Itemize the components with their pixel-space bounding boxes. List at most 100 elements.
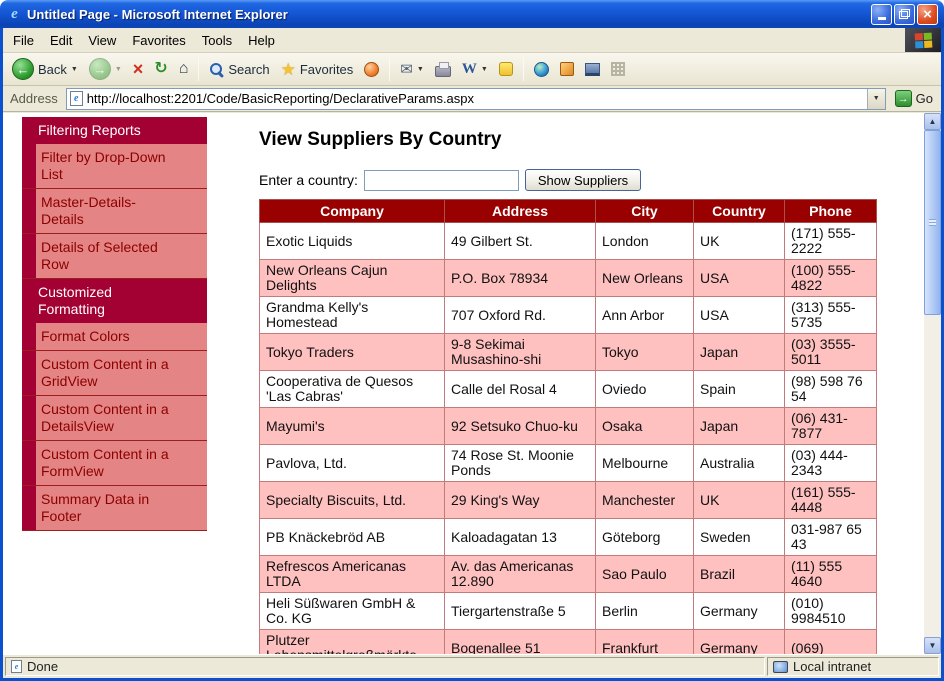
windows-flag-icon bbox=[914, 32, 932, 48]
edit-word-button[interactable]: W ▼ bbox=[457, 59, 493, 80]
grid-cell: (06) 431-7877 bbox=[785, 408, 877, 445]
menu-favorites[interactable]: Favorites bbox=[124, 30, 193, 51]
search-icon bbox=[209, 62, 224, 77]
back-icon: ← bbox=[12, 58, 34, 80]
go-arrow-icon: → bbox=[895, 90, 912, 107]
sidebar-item-label: Master-Details-Details bbox=[36, 189, 207, 233]
sidebar-item-filter-by-drop-down-list[interactable]: Filter by Drop-Down List bbox=[22, 144, 207, 189]
grid-cell: UK bbox=[694, 223, 785, 260]
country-label: Enter a country: bbox=[259, 172, 358, 188]
grid-row: Refrescos Americanas LTDAAv. das America… bbox=[260, 556, 877, 593]
media-button[interactable] bbox=[359, 60, 384, 79]
stop-icon: × bbox=[133, 60, 144, 78]
minimize-button[interactable] bbox=[871, 4, 892, 25]
grid-cell: P.O. Box 78934 bbox=[445, 260, 596, 297]
grid-col-address: Address bbox=[445, 200, 596, 223]
bank-button[interactable] bbox=[580, 61, 605, 78]
grid-cell: Berlin bbox=[596, 593, 694, 630]
grid-cell: Tokyo bbox=[596, 334, 694, 371]
intranet-zone-icon bbox=[773, 661, 788, 673]
grid-cell: (010) 9984510 bbox=[785, 593, 877, 630]
grid-cell: Japan bbox=[694, 408, 785, 445]
sidebar-item-custom-content-in-a-formview[interactable]: Custom Content in a FormView bbox=[22, 441, 207, 486]
sidebar-item-master-details-details[interactable]: Master-Details-Details bbox=[22, 189, 207, 234]
forward-button[interactable]: → ▼ bbox=[84, 56, 127, 82]
sidebar-item-label: Details of Selected Row bbox=[36, 234, 207, 278]
sidebar-item-custom-content-in-a-detailsview[interactable]: Custom Content in a DetailsView bbox=[22, 396, 207, 441]
grid-cell: 92 Setsuko Chuo-ku bbox=[445, 408, 596, 445]
refresh-button[interactable]: ↻ bbox=[149, 59, 172, 79]
suppliers-table: CompanyAddressCityCountryPhone Exotic Li… bbox=[259, 199, 877, 654]
grid-row: Mayumi's92 Setsuko Chuo-kuOsakaJapan(06)… bbox=[260, 408, 877, 445]
page-title: View Suppliers By Country bbox=[259, 129, 899, 151]
grid-cell: Japan bbox=[694, 334, 785, 371]
messenger-button[interactable] bbox=[494, 60, 518, 78]
grid-col-phone: Phone bbox=[785, 200, 877, 223]
sidebar-item-summary-data-in-footer[interactable]: Summary Data in Footer bbox=[22, 486, 207, 531]
scroll-up-button[interactable]: ▲ bbox=[924, 113, 941, 130]
menu-tools[interactable]: Tools bbox=[194, 30, 240, 51]
search-button[interactable]: Search bbox=[204, 60, 274, 79]
home-button[interactable]: ⌂ bbox=[174, 59, 194, 79]
menu-help[interactable]: Help bbox=[240, 30, 283, 51]
bank-icon bbox=[585, 63, 600, 76]
country-form: Enter a country: Show Suppliers bbox=[259, 169, 899, 191]
close-button[interactable]: × bbox=[917, 4, 938, 25]
printer-icon bbox=[435, 66, 451, 77]
country-input[interactable] bbox=[364, 170, 519, 191]
sidebar-item-label: Custom Content in a GridView bbox=[36, 351, 207, 395]
grid-button[interactable] bbox=[606, 60, 630, 78]
grid-cell: Frankfurt bbox=[596, 630, 694, 655]
grid-cell: 29 King's Way bbox=[445, 482, 596, 519]
grid-cell: (98) 598 76 54 bbox=[785, 371, 877, 408]
back-label: Back bbox=[38, 62, 67, 77]
menu-bar-items: FileEditViewFavoritesToolsHelp bbox=[3, 28, 283, 52]
menu-edit[interactable]: Edit bbox=[42, 30, 80, 51]
scrollbar-thumb[interactable] bbox=[924, 130, 941, 315]
menu-file[interactable]: File bbox=[5, 30, 42, 51]
sidebar-section-customized-formatting: Customized Formatting bbox=[22, 279, 207, 323]
vertical-scrollbar: ▲ ▼ bbox=[924, 113, 941, 654]
grid-row: Grandma Kelly's Homestead707 Oxford Rd.A… bbox=[260, 297, 877, 334]
address-input[interactable] bbox=[83, 91, 867, 106]
sidebar-strip bbox=[22, 189, 36, 233]
sidebar-item-details-of-selected-row[interactable]: Details of Selected Row bbox=[22, 234, 207, 279]
toolbar: ← Back ▼ → ▼ × ↻ ⌂ Search ★ Favorites bbox=[3, 53, 941, 86]
sidebar-strip bbox=[22, 234, 36, 278]
grid-cell: 707 Oxford Rd. bbox=[445, 297, 596, 334]
grid-cell: Tokyo Traders bbox=[260, 334, 445, 371]
grid-cell: Manchester bbox=[596, 482, 694, 519]
web-globe-button[interactable] bbox=[529, 60, 554, 79]
favorites-label: Favorites bbox=[300, 62, 353, 77]
sidebar-item-format-colors[interactable]: Format Colors bbox=[22, 323, 207, 351]
address-dropdown-button[interactable]: ▼ bbox=[867, 89, 885, 109]
mail-button[interactable]: ✉ ▼ bbox=[395, 60, 429, 79]
grid-cell: 74 Rose St. Moonie Ponds bbox=[445, 445, 596, 482]
restore-button[interactable] bbox=[894, 4, 915, 25]
grid-cell: (313) 555-5735 bbox=[785, 297, 877, 334]
grid-row: PB Knäckebröd ABKaloadagatan 13GöteborgS… bbox=[260, 519, 877, 556]
forward-icon: → bbox=[89, 58, 111, 80]
favorites-button[interactable]: ★ Favorites bbox=[276, 59, 359, 80]
word-icon: W bbox=[462, 61, 477, 78]
grid-cell: London bbox=[596, 223, 694, 260]
show-suppliers-button[interactable]: Show Suppliers bbox=[525, 169, 641, 191]
sidebar-item-custom-content-in-a-gridview[interactable]: Custom Content in a GridView bbox=[22, 351, 207, 396]
edit-chevron-icon: ▼ bbox=[481, 66, 488, 73]
grid-cell: (03) 444-2343 bbox=[785, 445, 877, 482]
grid-row: Pavlova, Ltd.74 Rose St. Moonie PondsMel… bbox=[260, 445, 877, 482]
zone-text: Local intranet bbox=[793, 659, 871, 674]
research-button[interactable] bbox=[555, 60, 579, 78]
menu-view[interactable]: View bbox=[80, 30, 124, 51]
star-icon: ★ bbox=[281, 61, 296, 78]
go-button[interactable]: → Go bbox=[891, 90, 937, 107]
grid-cell: Ann Arbor bbox=[596, 297, 694, 334]
stop-button[interactable]: × bbox=[128, 58, 149, 80]
back-button[interactable]: ← Back ▼ bbox=[7, 56, 83, 82]
grid-cell: Mayumi's bbox=[260, 408, 445, 445]
scroll-down-button[interactable]: ▼ bbox=[924, 637, 941, 654]
sidebar-strip bbox=[22, 441, 36, 485]
grid-cell: Pavlova, Ltd. bbox=[260, 445, 445, 482]
print-button[interactable] bbox=[430, 60, 456, 79]
grid-cell: Germany bbox=[694, 593, 785, 630]
